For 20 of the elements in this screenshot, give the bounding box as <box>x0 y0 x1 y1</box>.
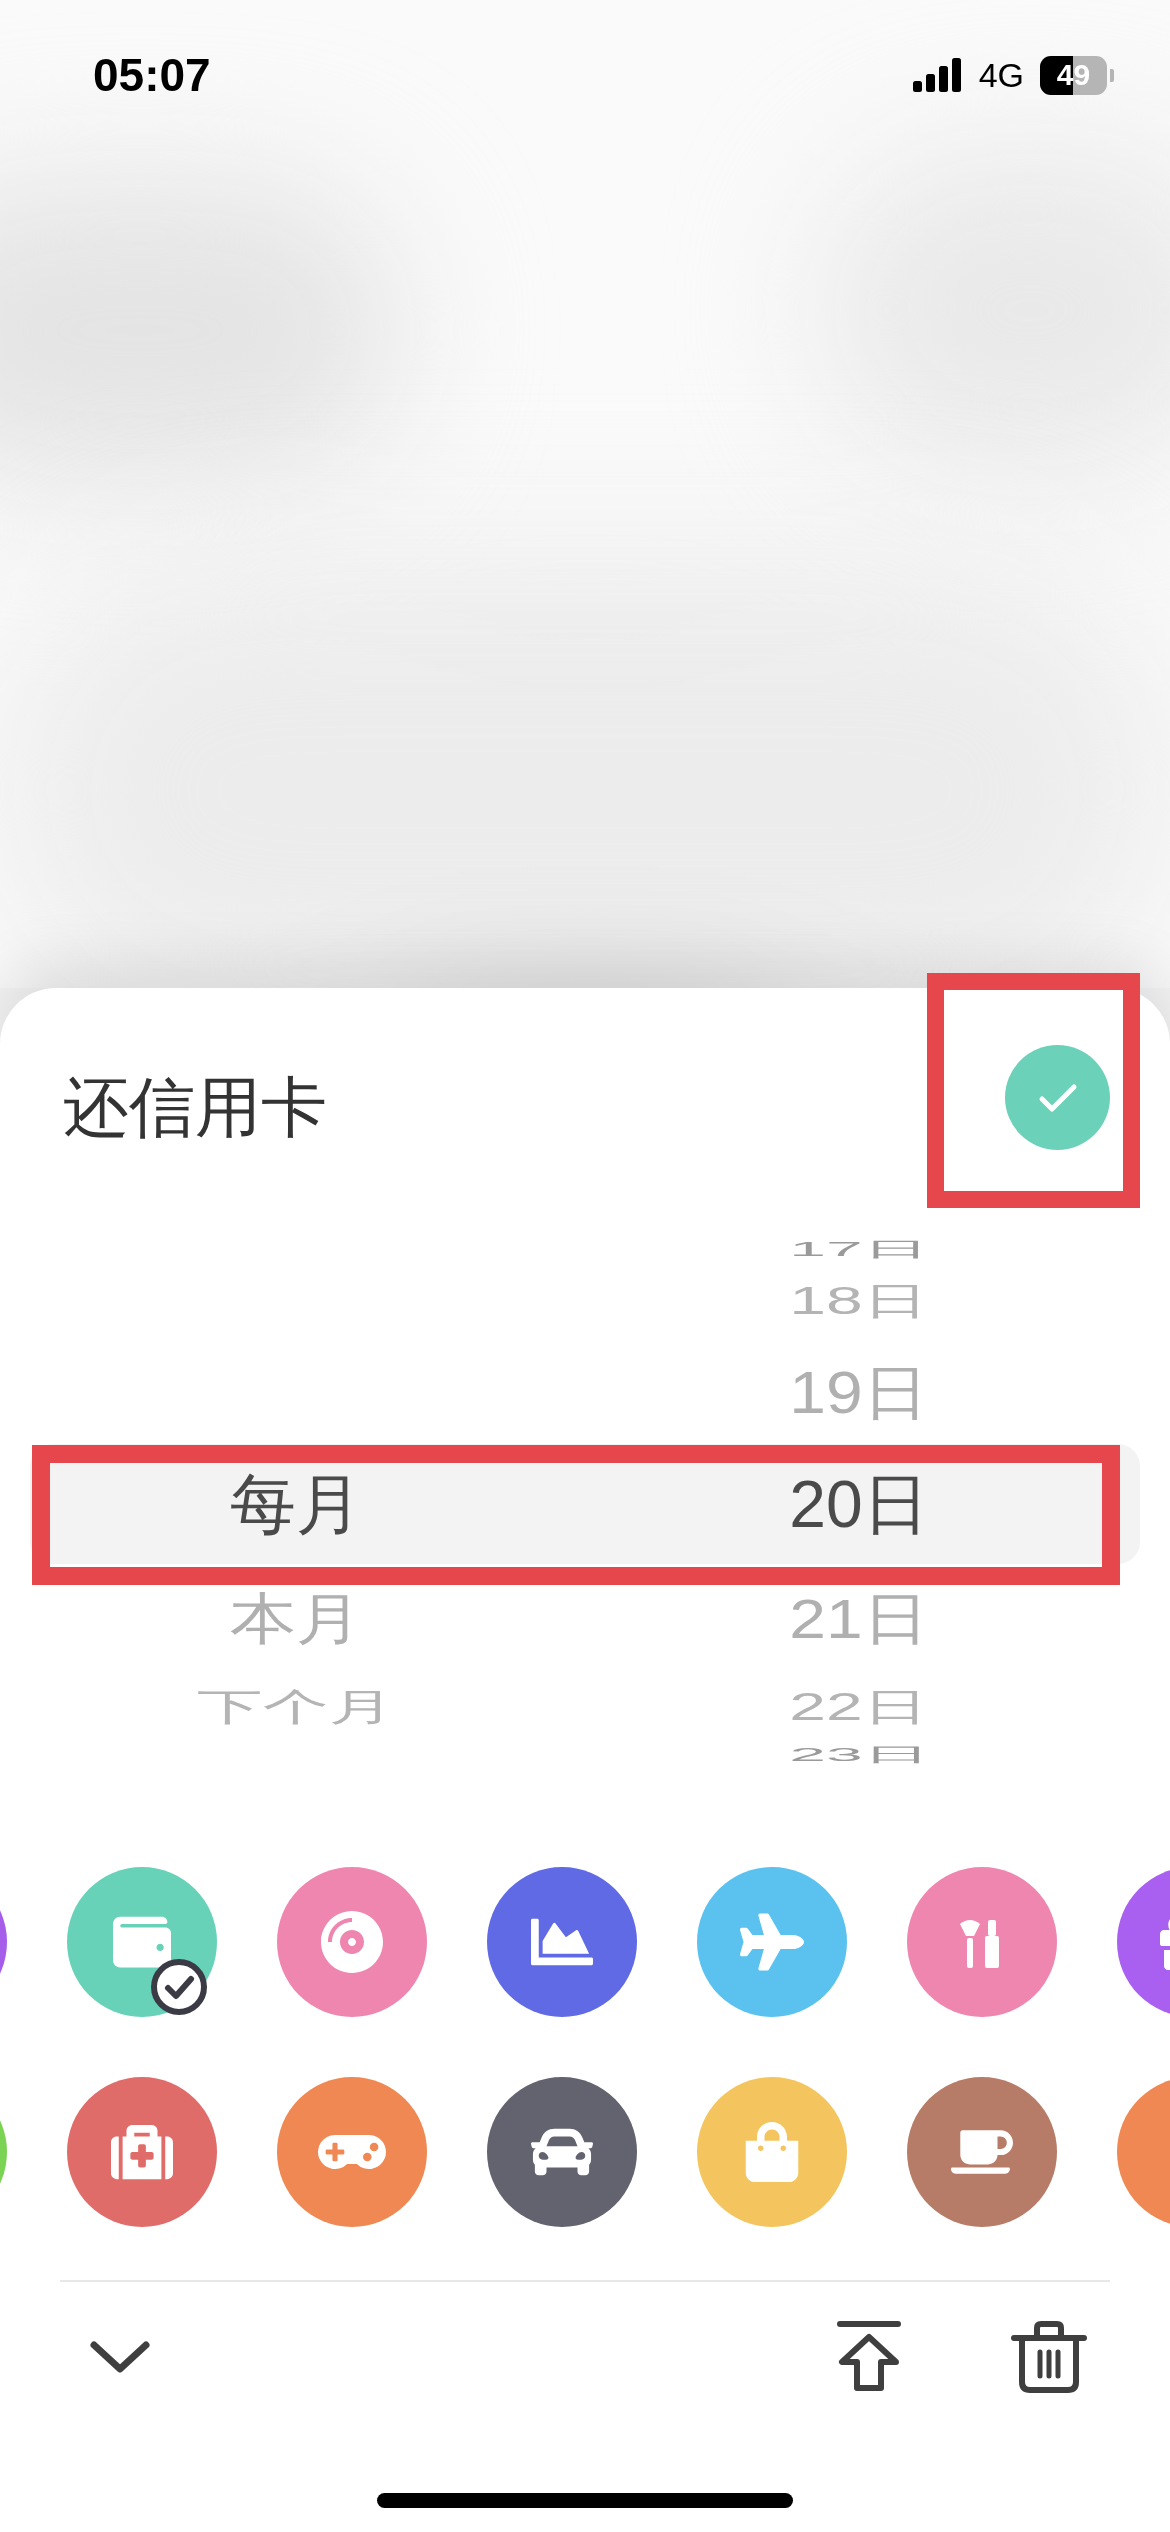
pin-to-top-button[interactable] <box>836 2320 902 2394</box>
picker-option[interactable]: 22日 <box>789 1685 929 1729</box>
picker-option[interactable]: 本月 <box>230 1587 362 1649</box>
battery-indicator: 49 <box>1040 55 1114 95</box>
sheet-title: 还信用卡 <box>63 1069 327 1146</box>
picker-option[interactable]: 下个月 <box>197 1685 395 1729</box>
delete-button[interactable] <box>1010 2320 1088 2394</box>
picker-option[interactable]: 17日 <box>789 1238 929 1260</box>
trash-icon <box>1010 2320 1088 2394</box>
status-time: 05:07 <box>93 52 211 98</box>
signal-icon <box>912 58 963 92</box>
picker-option[interactable]: 每月 <box>230 1467 362 1541</box>
picker-option[interactable]: 23日 <box>789 1743 929 1765</box>
picker-option[interactable]: 19日 <box>789 1359 929 1425</box>
network-type: 4G <box>978 58 1024 92</box>
check-icon <box>1037 1082 1078 1113</box>
upload-arrow-icon <box>836 2320 902 2394</box>
picker-option[interactable]: 21日 <box>789 1587 929 1649</box>
picker-option[interactable]: 18日 <box>789 1279 929 1323</box>
picker-option[interactable]: 20日 <box>789 1467 929 1541</box>
